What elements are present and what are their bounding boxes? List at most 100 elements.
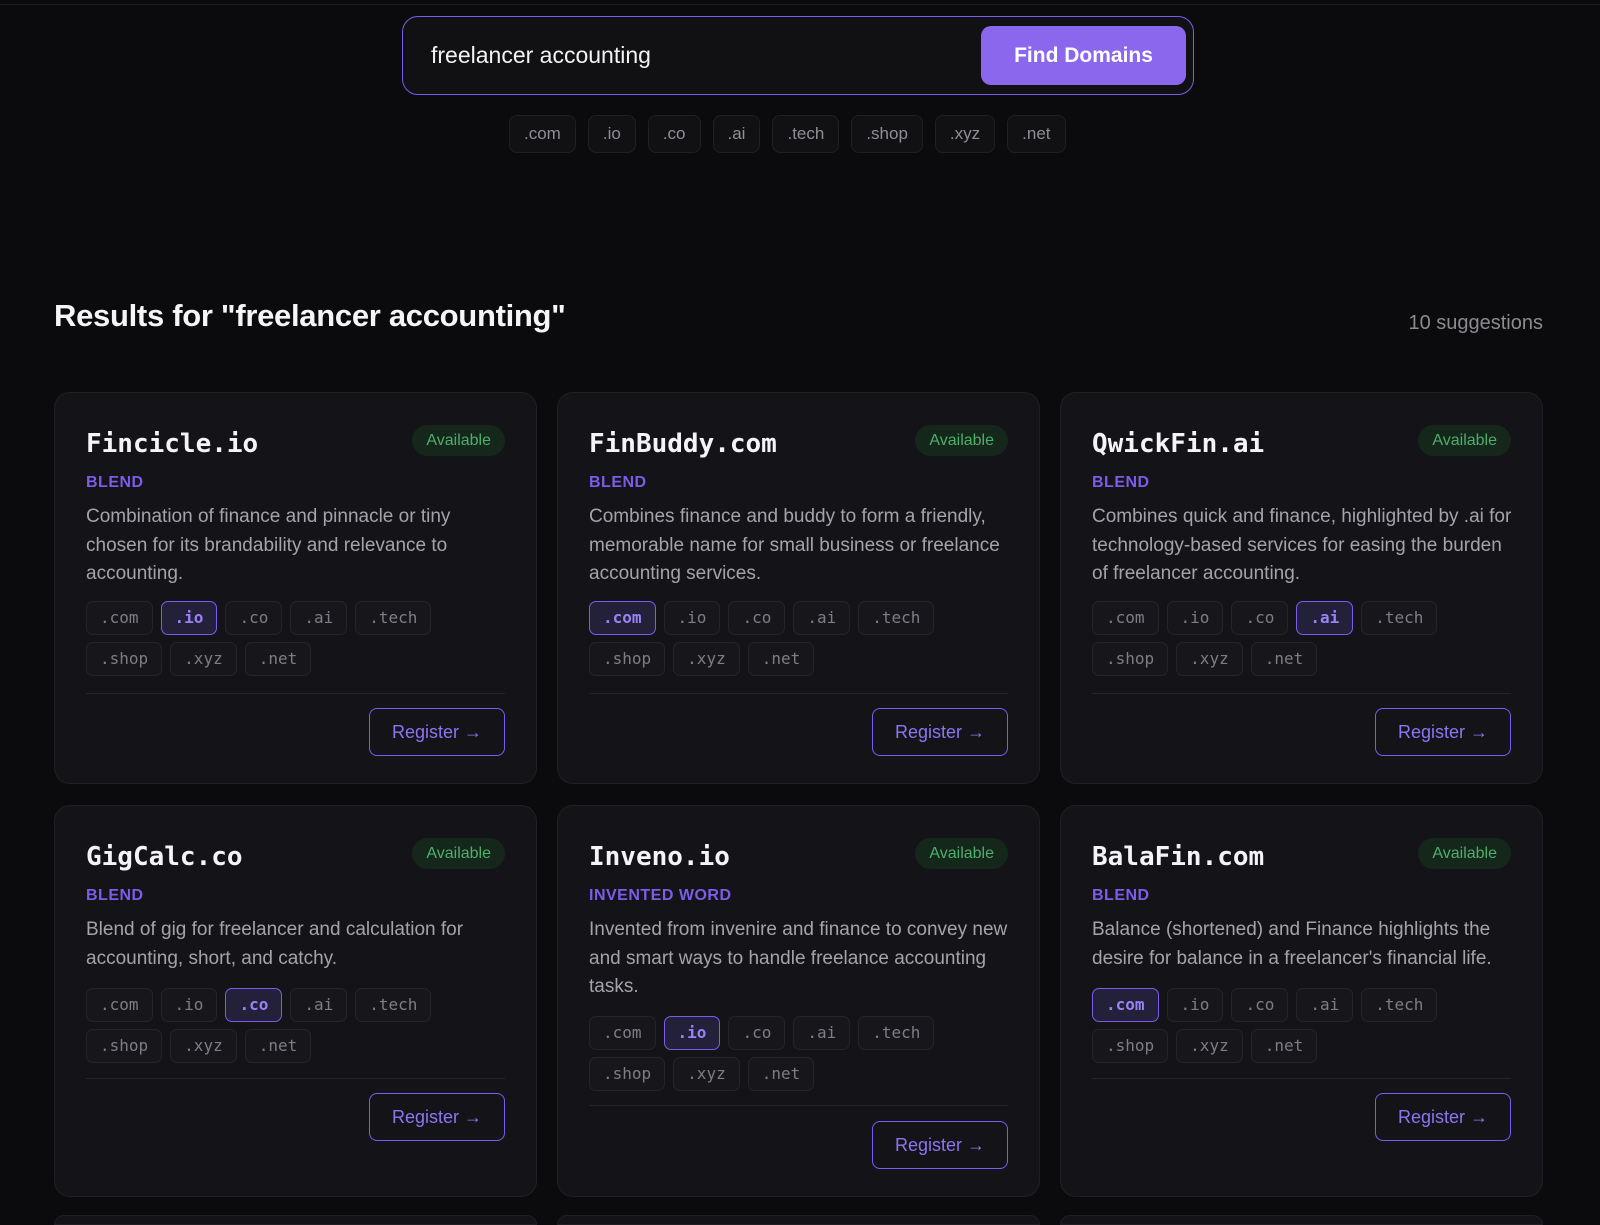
tld-option-selected[interactable]: .io [663, 1016, 721, 1050]
tld-option[interactable]: .shop [589, 642, 666, 676]
register-button[interactable]: Register → [369, 708, 505, 756]
status-badge: Available [412, 838, 505, 869]
tld-option[interactable]: .xyz [1176, 642, 1243, 676]
tld-filter-tech[interactable]: .tech [772, 115, 840, 153]
name-type: INVENTED WORD [589, 887, 732, 904]
tld-option[interactable]: .ai [290, 988, 348, 1022]
tld-option[interactable]: .ai [793, 601, 851, 635]
name-type: BLEND [589, 474, 647, 491]
find-domains-button[interactable]: Find Domains [981, 26, 1186, 85]
tld-filter-xyz[interactable]: .xyz [934, 115, 996, 153]
tld-option-selected[interactable]: .ai [1296, 601, 1354, 635]
register-button[interactable]: Register → [872, 708, 1008, 756]
tld-filter-co[interactable]: .co [647, 115, 701, 153]
name-type: BLEND [86, 474, 144, 491]
status-badge: Available [1418, 425, 1511, 456]
tld-filter-com[interactable]: .com [509, 115, 576, 153]
tld-option[interactable]: .xyz [170, 1029, 237, 1063]
tld-option[interactable]: .xyz [673, 642, 740, 676]
next-card-edge [557, 1215, 1040, 1225]
domain-name: GigCalc.co [86, 842, 243, 872]
tld-option[interactable]: .shop [86, 1029, 163, 1063]
card-divider [86, 693, 505, 694]
tld-option[interactable]: .co [1231, 601, 1289, 635]
next-card-edge [54, 1215, 537, 1225]
tld-option[interactable]: .shop [86, 642, 163, 676]
tld-option[interactable]: .net [1250, 1029, 1318, 1063]
tld-option[interactable]: .io [1166, 988, 1224, 1022]
card-divider [1092, 1078, 1511, 1079]
tld-option[interactable]: .com [1092, 601, 1159, 635]
tld-option[interactable]: .net [1250, 642, 1318, 676]
domain-card: BalaFin.com Available BLEND Balance (sho… [1060, 805, 1543, 1197]
status-badge: Available [412, 425, 505, 456]
domain-name: QwickFin.ai [1092, 429, 1265, 459]
tld-option[interactable]: .tech [355, 988, 432, 1022]
name-type: BLEND [1092, 474, 1150, 491]
domain-description: Invented from invenire and finance to co… [589, 919, 1008, 997]
status-badge: Available [915, 838, 1008, 869]
domain-description: Blend of gig for freelancer and calculat… [86, 919, 464, 969]
domain-name: FinBuddy.com [589, 429, 777, 459]
status-badge: Available [1418, 838, 1511, 869]
tld-option[interactable]: .xyz [673, 1057, 740, 1091]
tld-option[interactable]: .net [244, 1029, 312, 1063]
tld-option[interactable]: .io [160, 988, 218, 1022]
tld-options: .com .io .co .ai .tech .shop .xyz .net [1092, 601, 1512, 676]
tld-option[interactable]: .com [86, 601, 153, 635]
domain-card: Fincicle.io Available BLEND Combination … [54, 392, 537, 784]
tld-options: .com .io .co .ai .tech .shop .xyz .net [86, 601, 506, 676]
card-divider [86, 1078, 505, 1079]
tld-option[interactable]: .net [747, 1057, 815, 1091]
next-card-edge [1060, 1215, 1543, 1225]
tld-option[interactable]: .com [589, 1016, 656, 1050]
tld-option[interactable]: .tech [858, 1016, 935, 1050]
tld-option[interactable]: .tech [1361, 988, 1438, 1022]
tld-option[interactable]: .shop [1092, 1029, 1169, 1063]
tld-option[interactable]: .ai [290, 601, 348, 635]
tld-option[interactable]: .co [225, 601, 283, 635]
tld-option[interactable]: .net [244, 642, 312, 676]
tld-option-selected[interactable]: .io [160, 601, 218, 635]
search-bar: Find Domains [402, 16, 1194, 95]
tld-filter-shop[interactable]: .shop [851, 115, 923, 153]
results-title: Results for "freelancer accounting" [54, 298, 566, 333]
tld-option[interactable]: .shop [1092, 642, 1169, 676]
tld-filter-io[interactable]: .io [587, 115, 636, 153]
domain-card: QwickFin.ai Available BLEND Combines qui… [1060, 392, 1543, 784]
name-type: BLEND [1092, 887, 1150, 904]
tld-option[interactable]: .co [728, 601, 786, 635]
tld-option[interactable]: .com [86, 988, 153, 1022]
name-type: BLEND [86, 887, 144, 904]
tld-option[interactable]: .tech [858, 601, 935, 635]
tld-filter-net[interactable]: .net [1007, 115, 1066, 153]
tld-option-selected[interactable]: .com [589, 601, 656, 635]
search-input[interactable] [431, 37, 951, 73]
tld-option[interactable]: .io [663, 601, 721, 635]
tld-filter-list: .com .io .co .ai .tech .shop .xyz .net [509, 115, 1066, 153]
domain-card: FinBuddy.com Available BLEND Combines fi… [557, 392, 1040, 784]
tld-option[interactable]: .xyz [1176, 1029, 1243, 1063]
tld-option[interactable]: .co [1231, 988, 1289, 1022]
tld-option[interactable]: .xyz [170, 642, 237, 676]
tld-option[interactable]: .co [728, 1016, 786, 1050]
tld-option[interactable]: .tech [355, 601, 432, 635]
tld-option[interactable]: .ai [793, 1016, 851, 1050]
tld-options: .com .io .co .ai .tech .shop .xyz .net [589, 1016, 1009, 1091]
tld-option[interactable]: .tech [1361, 601, 1438, 635]
register-button[interactable]: Register → [369, 1093, 505, 1141]
domain-card: GigCalc.co Available BLEND Blend of gig … [54, 805, 537, 1197]
tld-option-selected[interactable]: .co [225, 988, 283, 1022]
domain-name: Inveno.io [589, 842, 730, 872]
tld-option[interactable]: .net [747, 642, 815, 676]
tld-option[interactable]: .ai [1296, 988, 1354, 1022]
tld-option-selected[interactable]: .com [1092, 988, 1159, 1022]
register-button[interactable]: Register → [1375, 708, 1511, 756]
tld-filter-ai[interactable]: .ai [712, 115, 761, 153]
register-button[interactable]: Register → [872, 1121, 1008, 1169]
results-count: 10 suggestions [1408, 312, 1543, 334]
domain-card: Inveno.io Available INVENTED WORD Invent… [557, 805, 1040, 1197]
tld-option[interactable]: .shop [589, 1057, 666, 1091]
register-button[interactable]: Register → [1375, 1093, 1511, 1141]
tld-option[interactable]: .io [1166, 601, 1224, 635]
